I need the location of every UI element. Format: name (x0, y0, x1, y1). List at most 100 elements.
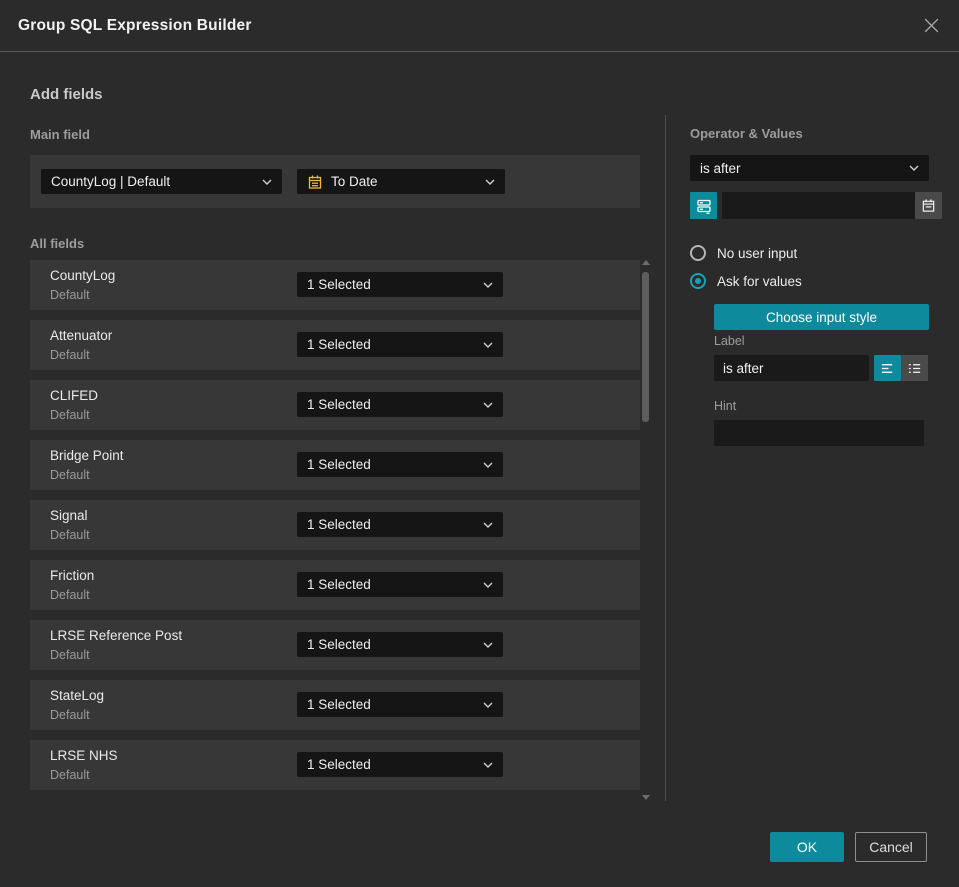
value-input-row (690, 192, 942, 219)
stacked-values-icon (696, 199, 711, 214)
main-field-type-value: To Date (331, 174, 378, 189)
bulleted-list-icon (908, 363, 921, 373)
close-button[interactable] (921, 16, 941, 36)
field-row: Attenuator Default 1 Selected (30, 320, 640, 370)
field-row: CountyLog Default 1 Selected (30, 260, 640, 310)
field-selected-dropdown[interactable]: 1 Selected (297, 512, 503, 537)
scroll-up-icon[interactable] (642, 260, 650, 265)
radio-ask-for-values[interactable]: Ask for values (690, 273, 802, 289)
field-layer-name: Default (50, 348, 90, 362)
operator-select[interactable]: is after (690, 155, 929, 181)
field-layer-name: Default (50, 528, 90, 542)
field-layer-name: Default (50, 288, 90, 302)
field-name: LRSE Reference Post (50, 628, 183, 643)
field-selected-dropdown[interactable]: 1 Selected (297, 452, 503, 477)
field-selected-value: 1 Selected (307, 637, 371, 652)
radio-no-user-input-label: No user input (717, 245, 798, 261)
all-fields-label: All fields (30, 236, 85, 251)
field-selected-dropdown[interactable]: 1 Selected (297, 752, 503, 777)
main-field-select-value: CountyLog | Default (51, 174, 171, 189)
chevron-down-icon (483, 342, 493, 348)
chevron-down-icon (262, 179, 272, 185)
field-layer-name: Default (50, 468, 90, 482)
dialog-title: Group SQL Expression Builder (18, 16, 252, 34)
field-row: CLIFED Default 1 Selected (30, 380, 640, 430)
main-field-select[interactable]: CountyLog | Default (41, 169, 282, 194)
choose-input-style-button[interactable]: Choose input style (714, 304, 929, 330)
date-picker-button[interactable] (915, 192, 942, 219)
list-style-button[interactable] (901, 355, 928, 381)
field-selected-value: 1 Selected (307, 397, 371, 412)
chevron-down-icon (483, 522, 493, 528)
label-label: Label (714, 334, 745, 348)
field-row: LRSE Reference Post Default 1 Selected (30, 620, 640, 670)
chevron-down-icon (483, 462, 493, 468)
chevron-down-icon (483, 762, 493, 768)
main-field-type-select[interactable]: To Date (297, 169, 505, 194)
field-selected-dropdown[interactable]: 1 Selected (297, 692, 503, 717)
chevron-down-icon (483, 402, 493, 408)
operator-values-heading: Operator & Values (690, 126, 803, 141)
main-field-panel: CountyLog | Default To Date (30, 155, 640, 208)
chevron-down-icon (485, 179, 495, 185)
field-selected-value: 1 Selected (307, 277, 371, 292)
field-name: CLIFED (50, 388, 99, 403)
scrollbar-thumb[interactable] (642, 272, 649, 422)
close-icon (924, 18, 938, 33)
field-layer-name: Default (50, 408, 90, 422)
field-selected-dropdown[interactable]: 1 Selected (297, 392, 503, 417)
radio-ask-for-values-label: Ask for values (717, 273, 802, 289)
chevron-down-icon (483, 582, 493, 588)
radio-icon (690, 273, 706, 289)
field-selected-value: 1 Selected (307, 577, 371, 592)
field-selected-value: 1 Selected (307, 517, 371, 532)
field-name: Signal (50, 508, 88, 523)
field-selected-dropdown[interactable]: 1 Selected (297, 632, 503, 657)
field-selected-dropdown[interactable]: 1 Selected (297, 572, 503, 597)
field-row: Friction Default 1 Selected (30, 560, 640, 610)
label-input[interactable] (714, 355, 869, 381)
label-input-row (714, 355, 929, 381)
field-name: CountyLog (50, 268, 116, 283)
chevron-down-icon (909, 165, 919, 171)
date-field-icon (307, 174, 323, 190)
single-line-style-button[interactable] (874, 355, 901, 381)
align-left-icon (881, 363, 893, 373)
field-layer-name: Default (50, 708, 90, 722)
add-fields-heading: Add fields (30, 86, 103, 103)
field-name: StateLog (50, 688, 105, 703)
scroll-down-icon[interactable] (642, 795, 650, 800)
radio-no-user-input[interactable]: No user input (690, 245, 797, 261)
date-value-field (722, 192, 942, 219)
hint-input[interactable] (714, 420, 924, 446)
field-layer-name: Default (50, 768, 90, 782)
field-selected-value: 1 Selected (307, 337, 371, 352)
field-layer-name: Default (50, 648, 90, 662)
operator-select-value: is after (700, 160, 741, 176)
field-name: Friction (50, 568, 95, 583)
column-divider (665, 115, 666, 801)
field-name: LRSE NHS (50, 748, 118, 763)
field-selected-value: 1 Selected (307, 757, 371, 772)
ok-button[interactable]: OK (770, 832, 844, 862)
date-value-input[interactable] (722, 192, 915, 219)
list-scrollbar[interactable] (640, 256, 650, 802)
field-selected-value: 1 Selected (307, 697, 371, 712)
main-field-label: Main field (30, 127, 90, 142)
chevron-down-icon (483, 282, 493, 288)
calendar-icon (922, 199, 935, 212)
unique-values-button[interactable] (690, 192, 717, 219)
field-selected-dropdown[interactable]: 1 Selected (297, 332, 503, 357)
field-row: Bridge Point Default 1 Selected (30, 440, 640, 490)
hint-label: Hint (714, 399, 737, 413)
chevron-down-icon (483, 642, 493, 648)
field-layer-name: Default (50, 588, 90, 602)
radio-icon (690, 245, 706, 261)
field-name: Attenuator (50, 328, 113, 343)
field-row: StateLog Default 1 Selected (30, 680, 640, 730)
field-selected-value: 1 Selected (307, 457, 371, 472)
field-selected-dropdown[interactable]: 1 Selected (297, 272, 503, 297)
cancel-button[interactable]: Cancel (855, 832, 927, 862)
field-name: Bridge Point (50, 448, 124, 463)
chevron-down-icon (483, 702, 493, 708)
